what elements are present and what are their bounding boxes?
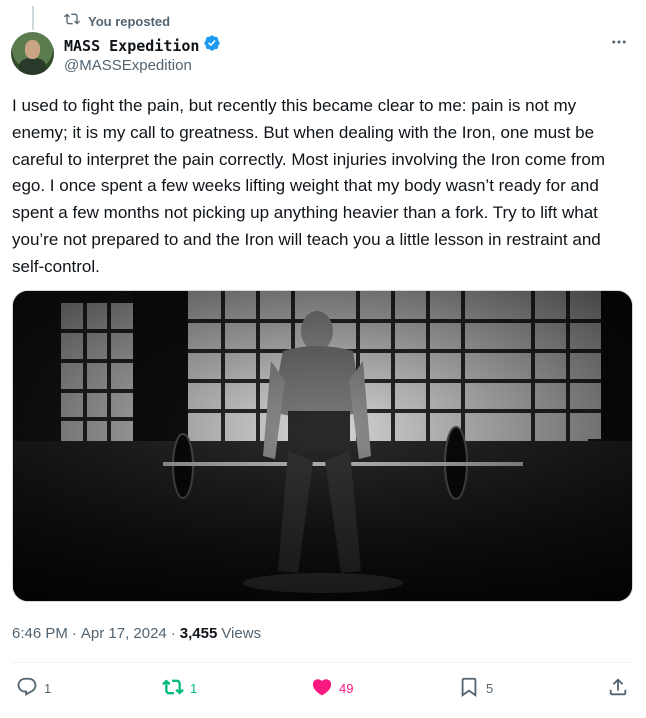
deadlift-photo [13, 291, 632, 601]
repost-icon [64, 11, 80, 32]
more-options-button[interactable] [608, 36, 630, 52]
like-button[interactable]: 49 [311, 676, 353, 701]
tweet-text: I used to fight the pain, but recently t… [12, 96, 606, 276]
verified-badge-icon [203, 34, 221, 57]
repost-count: 1 [190, 681, 198, 696]
views-count: 3,455 [179, 625, 218, 642]
bookmark-button[interactable]: 5 [458, 676, 493, 701]
meta-separator: · [170, 625, 176, 642]
author-display-name[interactable]: MASS Expedition [64, 37, 199, 55]
avatar[interactable] [11, 32, 54, 75]
like-count: 49 [339, 681, 354, 696]
tweet-time[interactable]: 6:46 PM [12, 625, 68, 642]
author-handle[interactable]: @MASSExpedition [64, 57, 192, 74]
repost-button[interactable]: 1 [162, 676, 197, 701]
thread-line [32, 6, 34, 30]
author-name-row[interactable]: MASS Expedition [64, 34, 221, 57]
tweet-meta: 6:46 PM · Apr 17, 2024 · 3,455 Views [12, 625, 261, 642]
tweet-media-image[interactable] [12, 290, 633, 602]
reply-button[interactable]: 1 [16, 676, 51, 701]
divider [12, 662, 634, 663]
reply-count: 1 [44, 681, 52, 696]
share-icon [607, 676, 629, 701]
repost-icon [162, 676, 184, 701]
bookmark-count: 5 [486, 681, 494, 696]
avatar-body [19, 58, 46, 75]
avatar-face [25, 40, 40, 59]
share-button[interactable] [607, 676, 629, 701]
repost-label: You reposted [88, 14, 171, 29]
views-label: Views [221, 625, 262, 642]
more-dots-icon [610, 33, 628, 56]
reply-icon [16, 676, 38, 701]
bookmark-icon [458, 676, 480, 701]
repost-context: You reposted [64, 11, 170, 32]
meta-separator: · [71, 625, 77, 642]
tweet-date[interactable]: Apr 17, 2024 [81, 625, 167, 642]
action-bar: 1 1 49 5 [0, 676, 646, 704]
heart-icon [311, 676, 333, 701]
